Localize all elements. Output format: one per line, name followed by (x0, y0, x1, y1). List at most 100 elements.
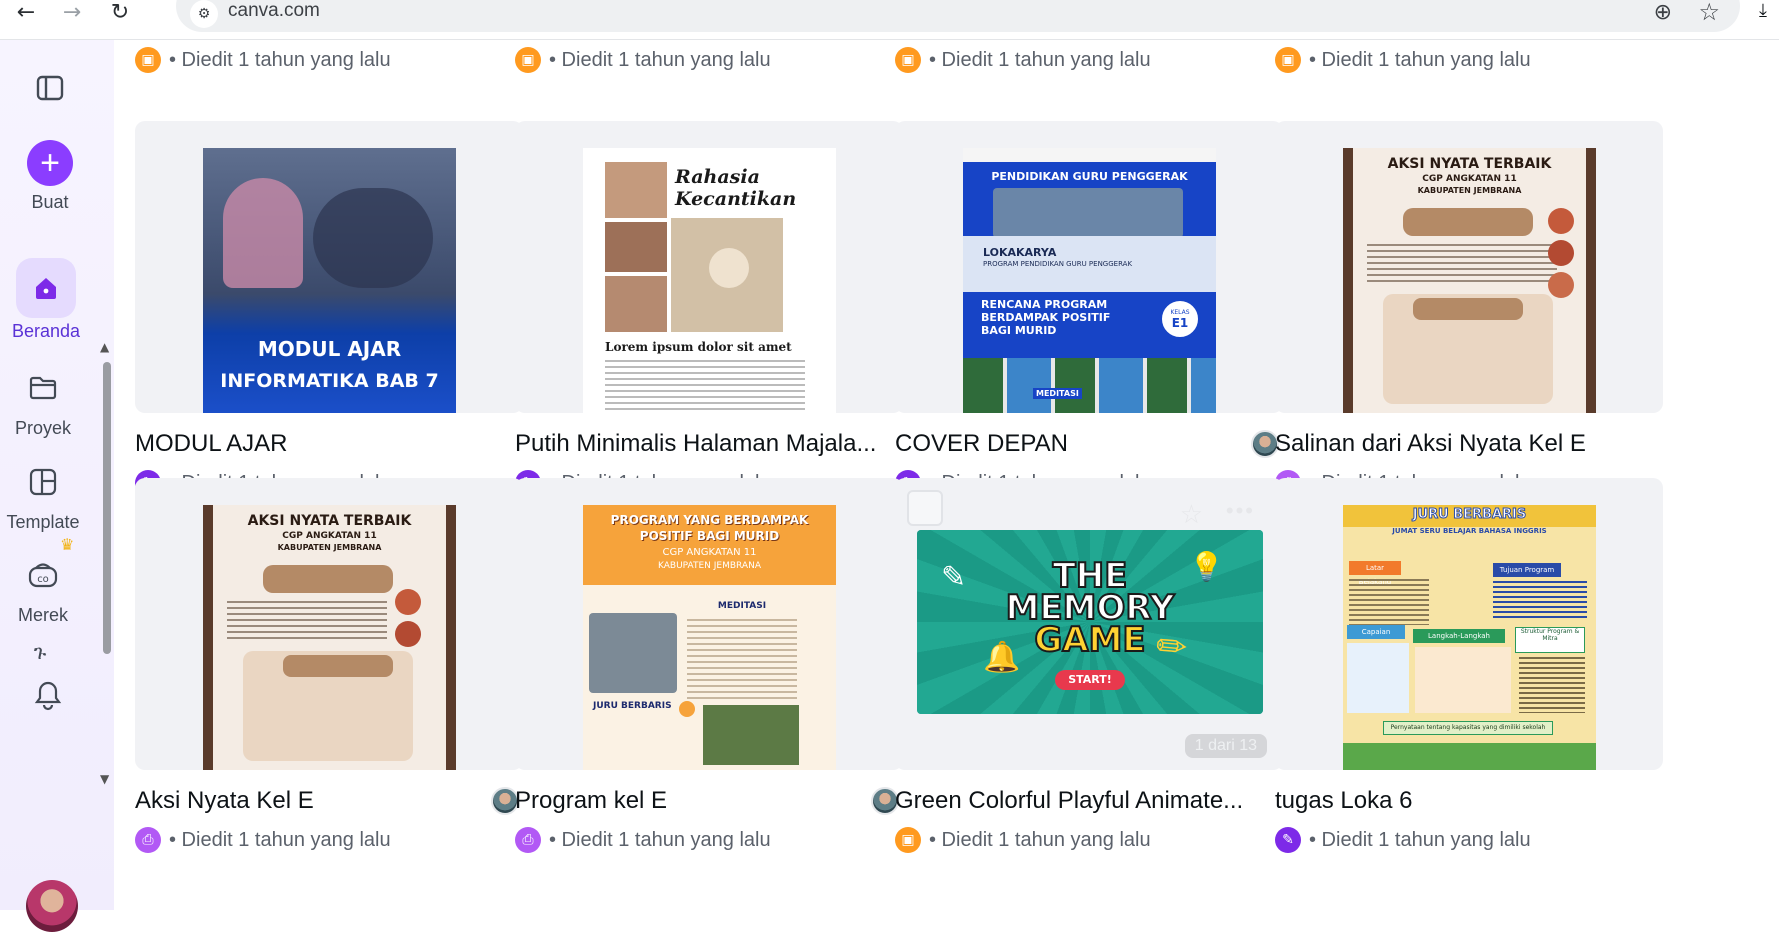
thumbnail-text: MEDITASI (1033, 388, 1082, 399)
design-thumbnail[interactable]: PROGRAM YANG BERDAMPAK POSITIF BAGI MURI… (515, 478, 903, 770)
sidebar-item-template[interactable]: Template (0, 452, 86, 533)
partial-sidebar-icon[interactable]: ጉ (20, 640, 60, 660)
thumbnail-text: INFORMATIKA BAB 7 (220, 370, 439, 392)
thumbnail-image: AKSI NYATA TERBAIK CGP ANGKATAN 11 KABUP… (1343, 148, 1596, 413)
select-checkbox[interactable] (907, 490, 943, 526)
thumbnail-text: AKSI NYATA TERBAIK (1387, 156, 1552, 172)
thumbnail-text: POSITIF BAGI MURID (639, 529, 780, 543)
star-icon[interactable]: ☆ (1180, 500, 1203, 530)
sidebar-item-proyek[interactable]: Proyek (0, 358, 86, 439)
design-card[interactable]: PENDIDIKAN GURU PENGGERAK LOKAKARYA PROG… (895, 121, 1283, 496)
kelas-badge: KELAS E1 (1159, 298, 1201, 340)
design-meta: ⎙ • Diedit 1 tahun yang lalu (515, 827, 903, 853)
edited-time: • Diedit 1 tahun yang lalu (549, 48, 771, 71)
start-button-art: START! (1055, 670, 1125, 690)
design-thumbnail[interactable]: JURU BERBARIS JUMAT SERU BELAJAR BAHASA … (1275, 478, 1663, 770)
thumbnail-image: Rahasia Kecantikan Lorem ipsum dolor sit… (583, 148, 836, 413)
sidebar-toggle-button[interactable] (0, 58, 100, 118)
bookmark-star-icon[interactable]: ☆ (1698, 0, 1720, 26)
design-card[interactable]: MODUL AJAR INFORMATIKA BAB 7 MODUL AJAR … (135, 121, 523, 496)
design-title[interactable]: MODUL AJAR (135, 430, 505, 460)
edited-time: • Diedit 1 tahun yang lalu (169, 48, 391, 71)
scrollbar-thumb[interactable] (103, 362, 111, 654)
design-thumbnail[interactable]: MODUL AJAR INFORMATIKA BAB 7 (135, 121, 523, 413)
design-meta: ✎ • Diedit 1 tahun yang lalu (1275, 827, 1663, 853)
design-card[interactable]: AKSI NYATA TERBAIK CGP ANGKATAN 11 KABUP… (135, 478, 523, 853)
design-title[interactable]: COVER DEPAN (895, 430, 1265, 460)
sidebar-item-beranda[interactable]: Beranda (8, 258, 84, 342)
design-title[interactable]: Program kel E (515, 787, 885, 817)
thumbnail-text-line: BERDAMPAK POSITIF (981, 311, 1111, 324)
scroll-up-icon[interactable]: ▲ (100, 340, 109, 354)
scroll-down-icon[interactable]: ▼ (100, 772, 109, 786)
page-count-badge: 1 dari 13 (1184, 734, 1267, 758)
design-meta: ▣ • Diedit 1 tahun yang lalu (895, 827, 1283, 853)
thumbnail-image: MODUL AJAR INFORMATIKA BAB 7 (203, 148, 456, 413)
more-options-icon[interactable]: ••• (1226, 498, 1255, 524)
edited-time: • Diedit 1 tahun yang lalu (929, 828, 1151, 851)
thumbnail-text: Rahasia (675, 166, 760, 188)
presentation-type-icon: ▣ (135, 47, 161, 73)
reload-icon[interactable]: ↻ (100, 0, 140, 25)
design-title[interactable]: Salinan dari Aksi Nyata Kel E (1275, 430, 1645, 460)
design-card[interactable]: AKSI NYATA TERBAIK CGP ANGKATAN 11 KABUP… (1275, 121, 1663, 496)
design-card[interactable]: Rahasia Kecantikan Lorem ipsum dolor sit… (515, 121, 903, 496)
presentation-type-icon: ▣ (515, 47, 541, 73)
edited-time: • Diedit 1 tahun yang lalu (549, 828, 771, 851)
thumbnail-text: KELAS (1170, 309, 1190, 316)
thumbnail-text-line: BAGI MURID (981, 324, 1057, 337)
design-thumbnail[interactable]: PENDIDIKAN GURU PENGGERAK LOKAKARYA PROG… (895, 121, 1283, 413)
design-thumbnail[interactable]: AKSI NYATA TERBAIK CGP ANGKATAN 11 KABUP… (135, 478, 523, 770)
thumbnail-text-line: RENCANA PROGRAM (981, 298, 1108, 311)
sidebar-item-merek[interactable]: ♛ co Merek (0, 537, 86, 626)
thumbnail-text: CGP ANGKATAN 11 (1422, 174, 1517, 184)
design-meta: ⎙ • Diedit 1 tahun yang lalu (135, 827, 523, 853)
design-thumbnail[interactable]: Rahasia Kecantikan Lorem ipsum dolor sit… (515, 121, 903, 413)
sidebar-toggle-icon (20, 58, 80, 118)
sidebar-item-label: Template (6, 512, 80, 532)
create-button[interactable]: + Buat (0, 140, 100, 213)
presentation-type-icon: ▣ (1275, 47, 1301, 73)
design-title[interactable]: Putih Minimalis Halaman Majala... (515, 430, 885, 460)
back-arrow-icon[interactable]: ← (6, 0, 46, 25)
site-info-icon[interactable]: ⚙ (190, 0, 218, 28)
thumbnail-text: JUMAT SERU BELAJAR BAHASA INGGRIS (1392, 527, 1547, 535)
notifications-button[interactable] (8, 665, 88, 725)
thumbnail-text: Struktur Program & Mitra (1515, 627, 1585, 653)
presentation-type-icon: ▣ (895, 47, 921, 73)
plus-icon: + (27, 140, 73, 186)
user-avatar[interactable] (26, 880, 78, 932)
design-thumbnail[interactable]: AKSI NYATA TERBAIK CGP ANGKATAN 11 KABUP… (1275, 121, 1663, 413)
zoom-icon[interactable]: ⊕ (1654, 0, 1672, 25)
design-card[interactable]: THE MEMORY GAME START! ✎ 🔔 💡 ✎ ☆ ••• 1 d… (895, 478, 1283, 853)
address-bar[interactable]: ⚙ canva.com ⊕ ☆ (176, 0, 1740, 32)
bell-icon (18, 665, 78, 725)
design-card[interactable]: PROGRAM YANG BERDAMPAK POSITIF BAGI MURI… (515, 478, 903, 853)
thumbnail-text: GAME (1033, 620, 1146, 660)
design-title[interactable]: tugas Loka 6 (1275, 787, 1645, 817)
thumbnail-text: CGP ANGKATAN 11 (662, 547, 757, 558)
thumbnail-text: PROGRAM YANG BERDAMPAK (610, 513, 809, 527)
design-thumbnail[interactable]: THE MEMORY GAME START! ✎ 🔔 💡 ✎ ☆ ••• 1 d… (895, 478, 1283, 770)
url-text[interactable]: canva.com (228, 0, 320, 22)
download-icon[interactable]: ⤓ (1759, 0, 1779, 21)
thumbnail-text: JURU BERBARIS (593, 701, 672, 711)
thumbnail-text: KABUPATEN JEMBRANA (658, 561, 761, 571)
sidebar-scrollbar[interactable]: ▲ ▼ (100, 340, 114, 790)
sidebar-item-label: Beranda (11, 321, 81, 341)
design-title[interactable]: Aksi Nyata Kel E (135, 787, 505, 817)
thumbnail-text: CGP ANGKATAN 11 (282, 531, 377, 541)
home-icon (16, 258, 76, 318)
browser-toolbar: ← → ↻ ⚙ canva.com ⊕ ☆ ⤓ (0, 0, 1779, 40)
design-title[interactable]: Green Colorful Playful Animate... (895, 787, 1265, 817)
thumbnail-text: LOKAKARYA (983, 246, 1057, 259)
forward-arrow-icon[interactable]: → (52, 0, 92, 25)
thumbnail-text: RENCANA PROGRAM BERDAMPAK POSITIF BAGI M… (981, 298, 1110, 337)
thumbnail-text: Langkah-Langkah (1413, 629, 1505, 643)
sidebar-item-label: Merek (17, 605, 68, 625)
design-card[interactable]: JURU BERBARIS JUMAT SERU BELAJAR BAHASA … (1275, 478, 1663, 853)
thumbnail-text: Lorem ipsum dolor sit amet (605, 340, 792, 354)
edited-time: • Diedit 1 tahun yang lalu (929, 48, 1151, 71)
list-item: ▣ • Diedit 1 tahun yang lalu (135, 47, 391, 73)
thumbnail-text: Capaian (1347, 625, 1405, 639)
